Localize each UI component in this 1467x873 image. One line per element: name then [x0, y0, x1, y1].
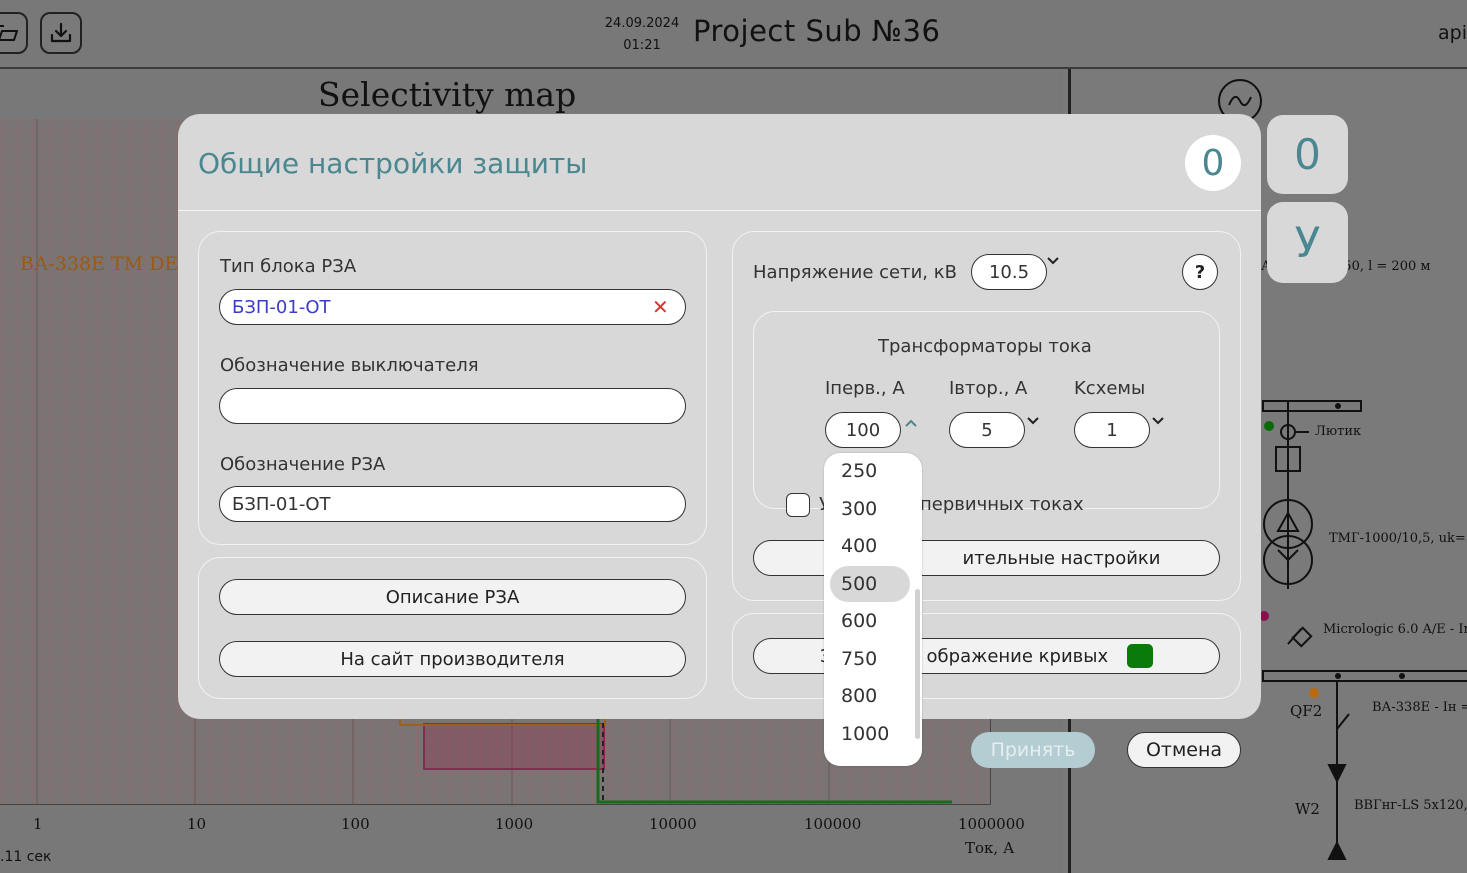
i-primary-dropdown[interactable]: 250 300 400 500 600 750 800 1000	[824, 453, 922, 766]
folder-icon	[0, 25, 18, 41]
transformer-label: ТМГ-1000/10,5, uk=5.5	[1329, 531, 1467, 546]
primary-currents-checkbox[interactable]	[786, 493, 810, 517]
date-time: 24.09.2024 01:21	[603, 13, 681, 57]
k-scheme-label: Kсхемы	[1074, 378, 1146, 399]
chart-title: Selectivity map	[318, 75, 577, 114]
rza-description-button[interactable]: Описание РЗА	[219, 579, 686, 615]
dropdown-option[interactable]: 250	[830, 453, 910, 489]
protection-settings-dialog: Общие настройки защиты 0 Тип блока РЗА ✕…	[178, 114, 1261, 719]
chevron-up-icon[interactable]	[904, 416, 918, 432]
curve-region-red	[423, 723, 605, 770]
time-note: .11 сек	[0, 849, 52, 865]
cable-label-2: ВВГнг-LS 5х120, l	[1354, 798, 1467, 813]
rza-input[interactable]	[219, 486, 686, 522]
x-tick: 100	[341, 815, 370, 833]
breaker-label-1: Micrologic 6.0 A/E - In.p	[1323, 622, 1467, 637]
dropdown-option[interactable]: 600	[830, 603, 910, 639]
x-tick: 1000	[495, 815, 534, 833]
i-secondary-select[interactable]: 5	[949, 412, 1025, 448]
side-counter-badge[interactable]: 0	[1267, 115, 1348, 194]
network-settings-panel: Напряжение сети, кВ 10.5 ? Трансформатор…	[732, 231, 1241, 601]
folder-button[interactable]	[0, 12, 28, 54]
block-type-input[interactable]	[219, 289, 686, 325]
curve-color-swatch[interactable]	[1127, 644, 1153, 668]
dropdown-option[interactable]: 800	[830, 678, 910, 714]
ct-title: Трансформаторы тока	[878, 336, 1092, 357]
top-bar: 24.09.2024 01:21 Project Sub №36 api	[0, 0, 1467, 69]
voltage-select[interactable]: 10.5	[971, 254, 1047, 290]
dropdown-option[interactable]: 750	[830, 641, 910, 677]
curve-label: ВА-338Е ТМ DE	[20, 253, 179, 275]
dialog-counter: 0	[1185, 135, 1241, 191]
dialog-divider	[178, 210, 1261, 211]
device-links-panel: Описание РЗА На сайт производителя	[198, 557, 707, 699]
project-title: Project Sub №36	[693, 14, 941, 48]
x-tick: 100000	[804, 815, 862, 833]
cancel-button[interactable]: Отмена	[1127, 732, 1241, 768]
dropdown-option[interactable]: 300	[830, 491, 910, 527]
dropdown-option-selected[interactable]: 500	[830, 566, 910, 602]
i-primary-select[interactable]: 100	[825, 412, 901, 448]
help-button[interactable]: ?	[1182, 254, 1218, 290]
x-tick: 1	[33, 815, 43, 833]
x-tick: 1000000	[958, 815, 1025, 833]
curves-panel: З ображение кривых	[732, 613, 1241, 699]
time: 01:21	[623, 38, 661, 53]
clear-icon[interactable]: ✕	[652, 295, 669, 319]
dialog-title: Общие настройки защиты	[198, 147, 588, 180]
dropdown-option[interactable]: 400	[830, 528, 910, 564]
accept-button[interactable]: Принять	[971, 732, 1095, 768]
download-button[interactable]	[40, 12, 82, 54]
breaker-input[interactable]	[219, 388, 686, 424]
side-letter-badge[interactable]: У	[1267, 202, 1348, 283]
chevron-down-icon[interactable]	[1046, 254, 1060, 270]
user-name[interactable]: api	[1438, 22, 1467, 44]
w2-label: W2	[1295, 800, 1320, 818]
x-tick: 10000	[649, 815, 697, 833]
breaker-label-2: ВА-338Е - Iн =	[1372, 700, 1467, 715]
x-tick: 10	[187, 815, 207, 833]
manufacturer-site-button[interactable]: На сайт производителя	[219, 641, 686, 677]
extra-settings-label: ительные настройки	[962, 547, 1161, 569]
chevron-down-icon[interactable]	[1151, 414, 1165, 430]
download-icon	[50, 22, 72, 43]
switch-label: Лютик	[1315, 424, 1362, 439]
dropdown-scrollbar[interactable]	[915, 589, 920, 739]
block-type-label: Тип блока РЗА	[220, 256, 357, 277]
i-primary-label: Iперв., А	[825, 378, 905, 399]
device-info-panel: Тип блока РЗА ✕ Обозначение выключателя …	[198, 231, 707, 545]
chevron-down-icon[interactable]	[1026, 414, 1040, 430]
primary-currents-label-end: первичных токах	[920, 494, 1084, 515]
x-axis-label: Ток, А	[965, 839, 1015, 857]
date: 24.09.2024	[604, 16, 680, 31]
dropdown-option[interactable]: 1000	[830, 716, 910, 752]
curves-display-label-end: ображение кривых	[926, 645, 1109, 667]
k-scheme-select[interactable]: 1	[1074, 412, 1150, 448]
breaker-label: Обозначение выключателя	[220, 355, 479, 376]
voltage-label: Напряжение сети, кВ	[753, 262, 957, 283]
qf2-label: QF2	[1290, 702, 1323, 720]
rza-label: Обозначение РЗА	[220, 454, 386, 475]
i-secondary-label: Iвтор., А	[949, 378, 1028, 399]
